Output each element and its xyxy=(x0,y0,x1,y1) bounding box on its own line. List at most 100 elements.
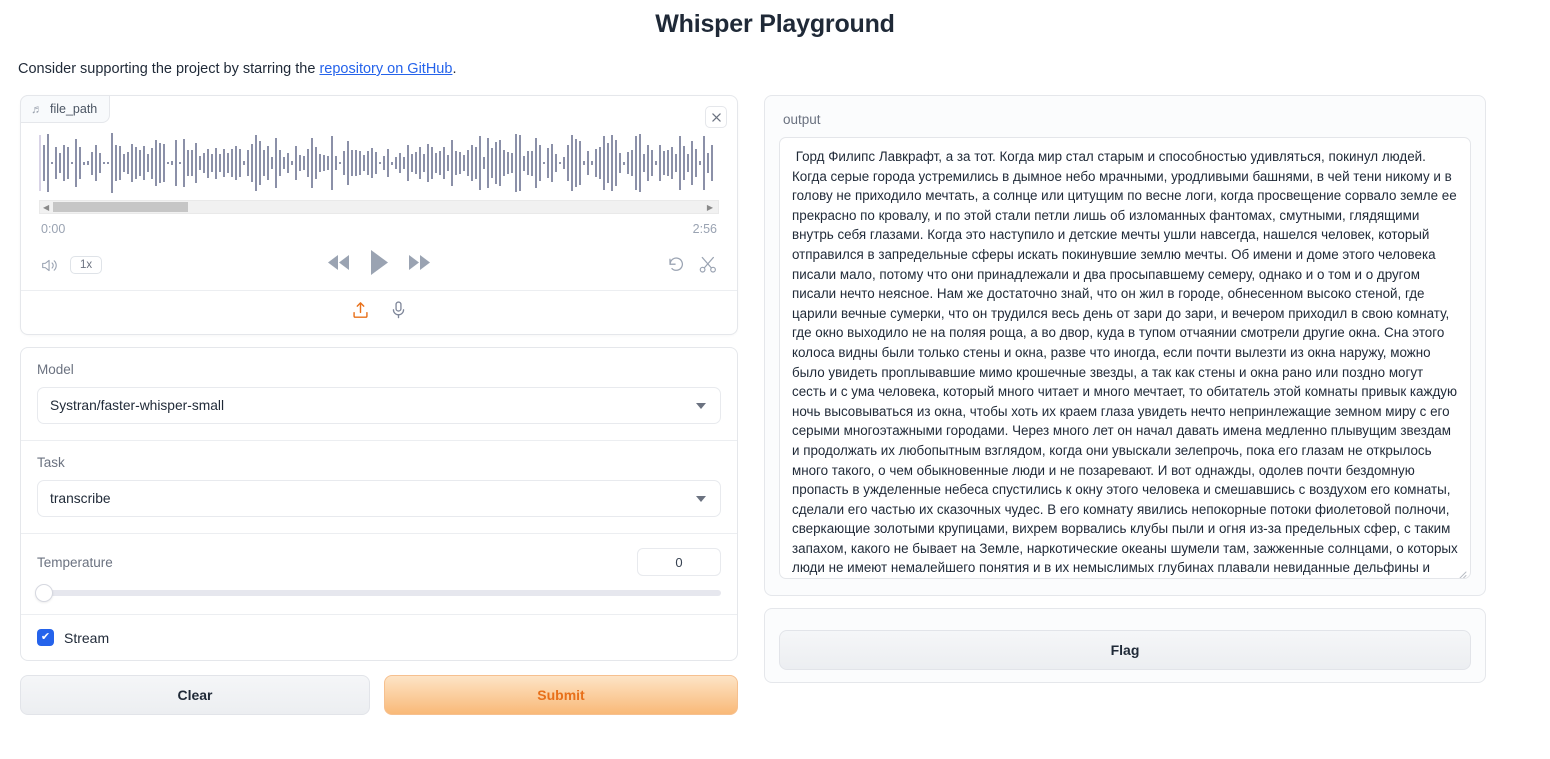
waveform-bar xyxy=(331,135,333,191)
temperature-slider-thumb[interactable] xyxy=(35,584,53,602)
waveform-bar xyxy=(67,147,69,179)
resize-handle-icon[interactable] xyxy=(1457,566,1467,578)
github-repo-link[interactable]: repository on GitHub xyxy=(319,61,452,77)
clear-button[interactable]: Clear xyxy=(20,675,370,715)
waveform-bar xyxy=(459,151,461,175)
app-root: Whisper Playground Consider supporting t… xyxy=(0,0,1550,759)
waveform-bar xyxy=(471,144,473,182)
waveform-bar xyxy=(119,146,121,180)
scroll-left-arrow-icon[interactable]: ◀ xyxy=(40,203,52,212)
waveform-bar xyxy=(255,134,257,192)
waveform-bar xyxy=(387,149,389,177)
waveform-bar xyxy=(623,161,625,165)
waveform-bar xyxy=(283,156,285,170)
waveform-bar xyxy=(79,147,81,179)
upload-icon[interactable] xyxy=(352,301,369,324)
waveform-bar xyxy=(59,153,61,173)
player-controls-right xyxy=(667,256,717,274)
waveform-bar xyxy=(115,145,117,181)
task-select[interactable]: transcribe xyxy=(37,480,721,517)
waveform-bar xyxy=(631,150,633,176)
waveform-bar xyxy=(299,155,301,171)
waveform-bar xyxy=(247,149,249,177)
scissors-icon[interactable] xyxy=(699,256,717,274)
play-icon[interactable] xyxy=(369,249,389,281)
action-buttons: Clear Submit xyxy=(20,675,738,715)
waveform-bar xyxy=(643,154,645,172)
waveform-bar xyxy=(519,134,521,192)
waveform-bar xyxy=(91,151,93,175)
waveform-bar xyxy=(535,138,537,188)
waveform-bar xyxy=(707,152,709,174)
waveform-bar xyxy=(395,156,397,170)
waveform-bar xyxy=(327,155,329,171)
page-title: Whisper Playground xyxy=(655,10,895,38)
chevron-down-icon xyxy=(696,495,706,502)
support-note-text-before: Consider supporting the project by starr… xyxy=(18,61,320,77)
waveform-bar xyxy=(191,149,193,177)
waveform-bar xyxy=(579,141,581,185)
submit-button[interactable]: Submit xyxy=(384,675,738,715)
model-select[interactable]: Systran/faster-whisper-small xyxy=(37,387,721,424)
waveform-bar xyxy=(507,152,509,174)
waveform-bar xyxy=(335,155,337,171)
output-card: output Горд Филипс Лавкрафт, а за тот. К… xyxy=(764,95,1486,596)
task-select-value: transcribe xyxy=(50,491,111,506)
waveform-bar xyxy=(307,148,309,178)
waveform-bar xyxy=(363,155,365,171)
waveform-bar xyxy=(343,150,345,176)
waveform-bar xyxy=(391,161,393,165)
waveform-bar xyxy=(411,154,413,172)
playback-speed-button[interactable]: 1x xyxy=(70,256,103,274)
waveform-bar xyxy=(71,162,73,164)
waveform-bar xyxy=(651,149,653,177)
waveform-bar xyxy=(487,138,489,188)
waveform-bar xyxy=(599,146,601,180)
waveform-bar xyxy=(275,137,277,189)
waveform-bar xyxy=(175,140,177,186)
waveform-bar xyxy=(607,143,609,183)
waveform-bar xyxy=(263,150,265,176)
volume-icon[interactable] xyxy=(41,258,58,273)
audio-player-card: ♬ file_path ◀ ▶ 0:00 2:56 1x xyxy=(20,95,738,335)
waveform-bar xyxy=(663,150,665,176)
left-column: ♬ file_path ◀ ▶ 0:00 2:56 1x Model Systr… xyxy=(20,95,738,715)
waveform-bar xyxy=(271,156,273,170)
stream-checkbox[interactable]: ✔ xyxy=(37,629,54,646)
waveform-bar xyxy=(615,139,617,187)
output-label: output xyxy=(783,112,821,127)
audio-waveform[interactable] xyxy=(39,132,719,194)
waveform-bar xyxy=(523,155,525,171)
waveform-bar xyxy=(95,145,97,181)
temperature-number-input[interactable]: 0 xyxy=(637,548,721,576)
scrollbar-thumb[interactable] xyxy=(53,202,189,212)
waveform-bar xyxy=(531,150,533,176)
waveform-bar xyxy=(527,150,529,176)
waveform-bar xyxy=(351,149,353,177)
waveform-bar xyxy=(111,133,113,193)
waveform-bar xyxy=(311,138,313,188)
scroll-right-arrow-icon[interactable]: ▶ xyxy=(704,203,716,212)
temperature-slider[interactable] xyxy=(35,584,721,602)
undo-icon[interactable] xyxy=(667,256,685,274)
microphone-icon[interactable] xyxy=(391,301,406,324)
waveform-bar xyxy=(159,143,161,183)
stream-field[interactable]: ✔ Stream xyxy=(21,615,737,660)
waveform-scrollbar[interactable]: ◀ ▶ xyxy=(39,200,719,214)
waveform-wrapper[interactable] xyxy=(21,96,737,194)
waveform-bar xyxy=(43,144,45,182)
close-icon[interactable] xyxy=(705,106,727,128)
waveform-bar xyxy=(371,148,373,178)
waveform-bar xyxy=(211,153,213,173)
waveform-bar xyxy=(323,154,325,172)
waveform-bar xyxy=(367,150,369,176)
waveform-bar xyxy=(647,144,649,182)
waveform-bar xyxy=(167,161,169,165)
output-textarea[interactable]: Горд Филипс Лавкрафт, а за тот. Когда ми… xyxy=(779,137,1471,579)
waveform-bar xyxy=(235,145,237,181)
waveform-bar xyxy=(639,134,641,192)
rewind-icon[interactable] xyxy=(327,254,351,276)
fast-forward-icon[interactable] xyxy=(407,254,431,276)
waveform-bar xyxy=(231,148,233,178)
flag-button[interactable]: Flag xyxy=(779,630,1471,670)
